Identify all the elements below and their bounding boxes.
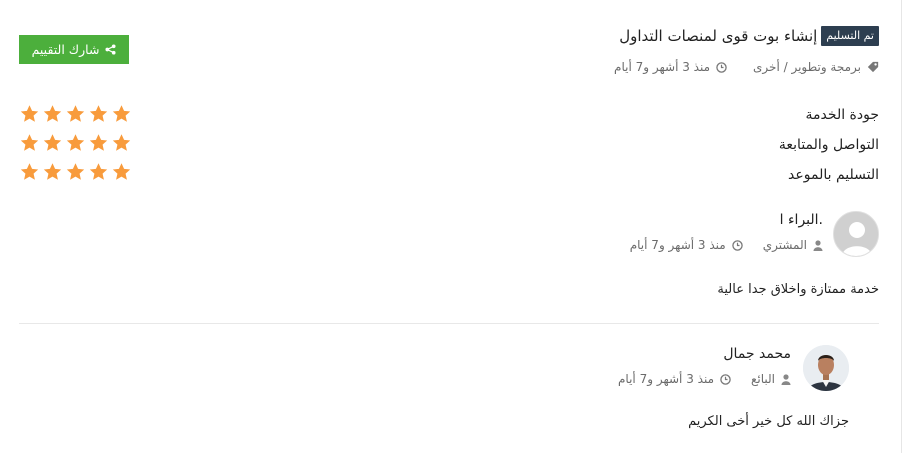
seller-role: البائع <box>751 372 775 386</box>
project-category-link[interactable]: برمجة وتطوير / أخرى <box>753 60 861 74</box>
rating-label-quality: جودة الخدمة <box>805 107 879 123</box>
star-icon <box>89 134 108 151</box>
star-icon <box>112 134 131 151</box>
rating-stars-delivery <box>19 162 132 182</box>
buyer-meta: المشتري منذ 3 أشهر و7 أيام <box>630 238 823 252</box>
star-icon <box>66 134 85 151</box>
rating-stars-quality <box>19 104 132 124</box>
star-icon <box>89 105 108 122</box>
share-icon <box>105 44 116 55</box>
star-icon <box>66 163 85 180</box>
seller-meta: البائع منذ 3 أشهر و7 أيام <box>618 372 791 386</box>
seller-review-time: منذ 3 أشهر و7 أيام <box>618 372 714 386</box>
clock-icon <box>720 373 731 385</box>
buyer-role: المشتري <box>762 238 807 252</box>
share-rating-label: شارك التقييم <box>31 42 100 57</box>
star-icon <box>43 105 62 122</box>
star-icon <box>66 105 85 122</box>
rating-label-communication: التواصل والمتابعة <box>778 137 879 153</box>
star-icon <box>89 163 108 180</box>
review-divider <box>19 323 879 324</box>
star-icon <box>112 163 131 180</box>
star-icon <box>43 163 62 180</box>
default-user-icon <box>834 212 878 256</box>
seller-review-text: جزاك الله كل خير أخى الكريم <box>688 414 849 429</box>
star-icon <box>43 134 62 151</box>
user-icon <box>781 373 791 385</box>
clock-icon <box>716 61 727 73</box>
star-icon <box>20 134 39 151</box>
clock-icon <box>731 239 743 251</box>
star-icon <box>20 163 39 180</box>
rating-label-delivery: التسليم بالموعد <box>788 167 879 183</box>
review-card: تم التسليم إنشاء بوت قوى لمنصات التداول … <box>0 0 902 453</box>
share-rating-button[interactable]: شارك التقييم <box>19 35 129 64</box>
user-icon <box>813 239 823 251</box>
buyer-review-time: منذ 3 أشهر و7 أيام <box>629 238 726 252</box>
project-title-link[interactable]: إنشاء بوت قوى لمنصات التداول <box>619 27 817 45</box>
buyer-avatar[interactable] <box>833 211 879 257</box>
project-time: منذ 3 أشهر و7 أيام <box>614 60 711 74</box>
seller-name-link[interactable]: محمد جمال <box>723 346 791 362</box>
project-title-row: تم التسليم إنشاء بوت قوى لمنصات التداول <box>619 26 879 46</box>
star-icon <box>20 105 39 122</box>
seller-photo-icon <box>803 345 849 391</box>
project-meta: برمجة وتطوير / أخرى منذ 3 أشهر و7 أيام <box>614 60 879 74</box>
rating-stars-communication <box>19 133 132 153</box>
tags-icon <box>867 61 879 73</box>
buyer-review-text: خدمة ممتازة واخلاق جدا عالية <box>717 282 879 297</box>
star-icon <box>112 105 131 122</box>
delivered-badge: تم التسليم <box>821 26 879 46</box>
buyer-name-link[interactable]: البراء ا. <box>780 212 823 228</box>
seller-avatar[interactable] <box>803 345 849 391</box>
